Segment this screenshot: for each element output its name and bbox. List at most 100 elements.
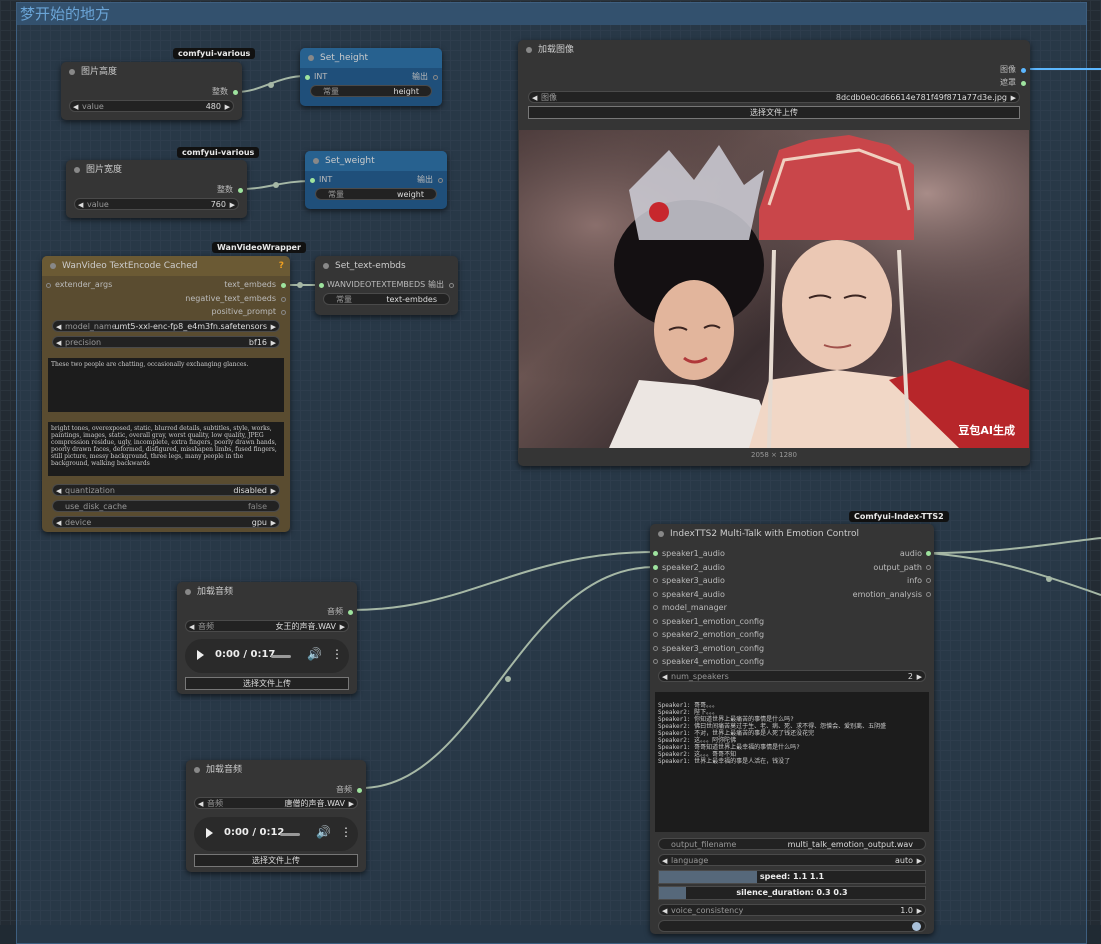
output-slot[interactable] — [438, 178, 443, 183]
collapse-dot[interactable] — [185, 589, 191, 595]
collapse-dot[interactable] — [658, 531, 664, 537]
audio-player[interactable]: 0:00 / 0:12 🔊 ⋮ — [194, 817, 358, 851]
output-slot[interactable] — [926, 565, 931, 570]
arrow-right-icon[interactable]: ▶ — [271, 321, 276, 333]
input-slot[interactable] — [653, 619, 658, 624]
input-slot[interactable] — [653, 659, 658, 664]
collapse-dot[interactable] — [50, 263, 56, 269]
arrow-left-icon[interactable]: ◀ — [56, 321, 61, 333]
arrow-left-icon[interactable]: ◀ — [662, 855, 667, 867]
output-slot[interactable] — [348, 610, 353, 615]
node-set-weight[interactable]: Set_weight INT 输出 常量 weight — [305, 151, 447, 209]
output-slot[interactable] — [449, 283, 454, 288]
input-slot[interactable] — [653, 632, 658, 637]
arrow-left-icon[interactable]: ◀ — [198, 798, 203, 810]
arrow-right-icon[interactable]: ▶ — [271, 337, 276, 349]
constant-widget[interactable]: 常量 height — [310, 85, 432, 97]
volume-icon[interactable]: 🔊 — [316, 825, 331, 839]
input-slot[interactable] — [653, 565, 658, 570]
node-image-width[interactable]: 图片宽度 整数 ◀ value 760 ▶ — [66, 160, 247, 218]
arrow-left-icon[interactable]: ◀ — [56, 485, 61, 497]
node-indextts2[interactable]: IndexTTS2 Multi-Talk with Emotion Contro… — [650, 524, 934, 934]
arrow-right-icon[interactable]: ▶ — [917, 905, 922, 917]
play-icon[interactable] — [197, 650, 204, 660]
arrow-left-icon[interactable]: ◀ — [56, 517, 61, 529]
arrow-right-icon[interactable]: ▶ — [917, 671, 922, 683]
output-slot[interactable] — [233, 90, 238, 95]
output-slot[interactable] — [1021, 68, 1026, 73]
help-icon[interactable]: ? — [279, 256, 284, 276]
arrow-left-icon[interactable]: ◀ — [662, 671, 667, 683]
language-widget[interactable]: ◀ language auto ▶ — [658, 854, 926, 866]
collapse-dot[interactable] — [308, 55, 314, 61]
node-image-height[interactable]: 图片高度 整数 ◀ value 480 ▶ — [61, 62, 242, 120]
input-slot[interactable] — [46, 283, 51, 288]
device-widget[interactable]: ◀ device gpu ▶ — [52, 516, 280, 528]
constant-widget[interactable]: 常量 text-embdes — [323, 293, 450, 305]
output-slot[interactable] — [433, 75, 438, 80]
arrow-left-icon[interactable]: ◀ — [56, 337, 61, 349]
model-name-widget[interactable]: ◀ model_name umt5-xxl-enc-fp8_e4m3fn.saf… — [52, 320, 280, 332]
arrow-right-icon[interactable]: ▶ — [349, 798, 354, 810]
input-slot[interactable] — [305, 75, 310, 80]
audio-progress-bar[interactable] — [280, 833, 300, 836]
node-load-audio-1[interactable]: 加载音频 音频 ◀ 音频 女王的声音.WAV ▶ 0:00 / 0:17 🔊 ⋮… — [177, 582, 357, 694]
dialogue-script-textarea[interactable]: Speaker1: 哥哥。。。 Speaker2: 陛下。。。 Speaker1… — [655, 692, 929, 832]
audio-select-widget[interactable]: ◀ 音频 唐僧的声音.WAV ▶ — [194, 797, 358, 809]
arrow-left-icon[interactable]: ◀ — [78, 199, 83, 211]
upload-button[interactable]: 选择文件上传 — [185, 677, 349, 690]
arrow-right-icon[interactable]: ▶ — [917, 855, 922, 867]
input-slot[interactable] — [653, 605, 658, 610]
audio-progress-bar[interactable] — [271, 655, 291, 658]
output-slot[interactable] — [281, 310, 286, 315]
upload-button[interactable]: 选择文件上传 — [528, 106, 1020, 119]
arrow-right-icon[interactable]: ▶ — [340, 621, 345, 633]
arrow-left-icon[interactable]: ◀ — [662, 905, 667, 917]
output-filename-field[interactable]: output_filename multi_talk_emotion_outpu… — [658, 838, 926, 850]
arrow-right-icon[interactable]: ▶ — [1011, 92, 1016, 104]
arrow-right-icon[interactable]: ▶ — [271, 485, 276, 497]
value-widget[interactable]: ◀ value 480 ▶ — [69, 100, 234, 112]
node-load-image[interactable]: 加载图像 图像 遮罩 ◀ 图像 8dcdb0e0cd66614e781f49f8… — [518, 40, 1030, 466]
upload-button[interactable]: 选择文件上传 — [194, 854, 358, 867]
positive-prompt-textarea[interactable]: These two people are chatting, occasiona… — [48, 358, 284, 412]
more-icon[interactable]: ⋮ — [331, 647, 343, 661]
output-slot[interactable] — [357, 788, 362, 793]
collapse-dot[interactable] — [74, 167, 80, 173]
disk-cache-toggle[interactable]: use_disk_cache false — [52, 500, 280, 512]
node-set-height[interactable]: Set_height INT 输出 常量 height — [300, 48, 442, 106]
output-slot[interactable] — [926, 592, 931, 597]
arrow-left-icon[interactable]: ◀ — [189, 621, 194, 633]
constant-widget[interactable]: 常量 weight — [315, 188, 437, 200]
negative-prompt-textarea[interactable]: bright tones, overexposed, static, blurr… — [48, 422, 284, 476]
output-slot[interactable] — [926, 578, 931, 583]
arrow-left-icon[interactable]: ◀ — [532, 92, 537, 104]
audio-select-widget[interactable]: ◀ 音频 女王的声音.WAV ▶ — [185, 620, 349, 632]
input-slot[interactable] — [319, 283, 324, 288]
num-speakers-widget[interactable]: ◀ num_speakers 2 ▶ — [658, 670, 926, 682]
silence-duration-slider[interactable]: silence_duration: 0.3 0.3 — [658, 886, 926, 900]
arrow-left-icon[interactable]: ◀ — [73, 101, 78, 113]
node-wanvideo-textencode[interactable]: WanVideo TextEncode Cached ? extender_ar… — [42, 256, 290, 532]
voice-consistency-widget[interactable]: ◀ voice_consistency 1.0 ▶ — [658, 904, 926, 916]
audio-player[interactable]: 0:00 / 0:17 🔊 ⋮ — [185, 639, 349, 673]
value-widget[interactable]: ◀ value 760 ▶ — [74, 198, 239, 210]
arrow-right-icon[interactable]: ▶ — [271, 517, 276, 529]
collapse-dot[interactable] — [69, 69, 75, 75]
output-slot[interactable] — [238, 188, 243, 193]
image-select-widget[interactable]: ◀ 图像 8dcdb0e0cd66614e781f49f871a77d3e.jp… — [528, 91, 1020, 103]
node-load-audio-2[interactable]: 加载音频 音频 ◀ 音频 唐僧的声音.WAV ▶ 0:00 / 0:12 🔊 ⋮… — [186, 760, 366, 872]
arrow-right-icon[interactable]: ▶ — [230, 199, 235, 211]
speed-slider[interactable]: speed: 1.1 1.1 — [658, 870, 926, 884]
input-slot[interactable] — [653, 578, 658, 583]
node-set-text-embds[interactable]: Set_text-embds WANVIDEOTEXTEMBEDS 输出 常量 … — [315, 256, 458, 315]
toggle-widget[interactable] — [658, 920, 926, 932]
play-icon[interactable] — [206, 828, 213, 838]
more-icon[interactable]: ⋮ — [340, 825, 352, 839]
collapse-dot[interactable] — [313, 158, 319, 164]
quantization-widget[interactable]: ◀ quantization disabled ▶ — [52, 484, 280, 496]
input-slot[interactable] — [653, 551, 658, 556]
input-slot[interactable] — [653, 592, 658, 597]
arrow-right-icon[interactable]: ▶ — [225, 101, 230, 113]
collapse-dot[interactable] — [526, 47, 532, 53]
